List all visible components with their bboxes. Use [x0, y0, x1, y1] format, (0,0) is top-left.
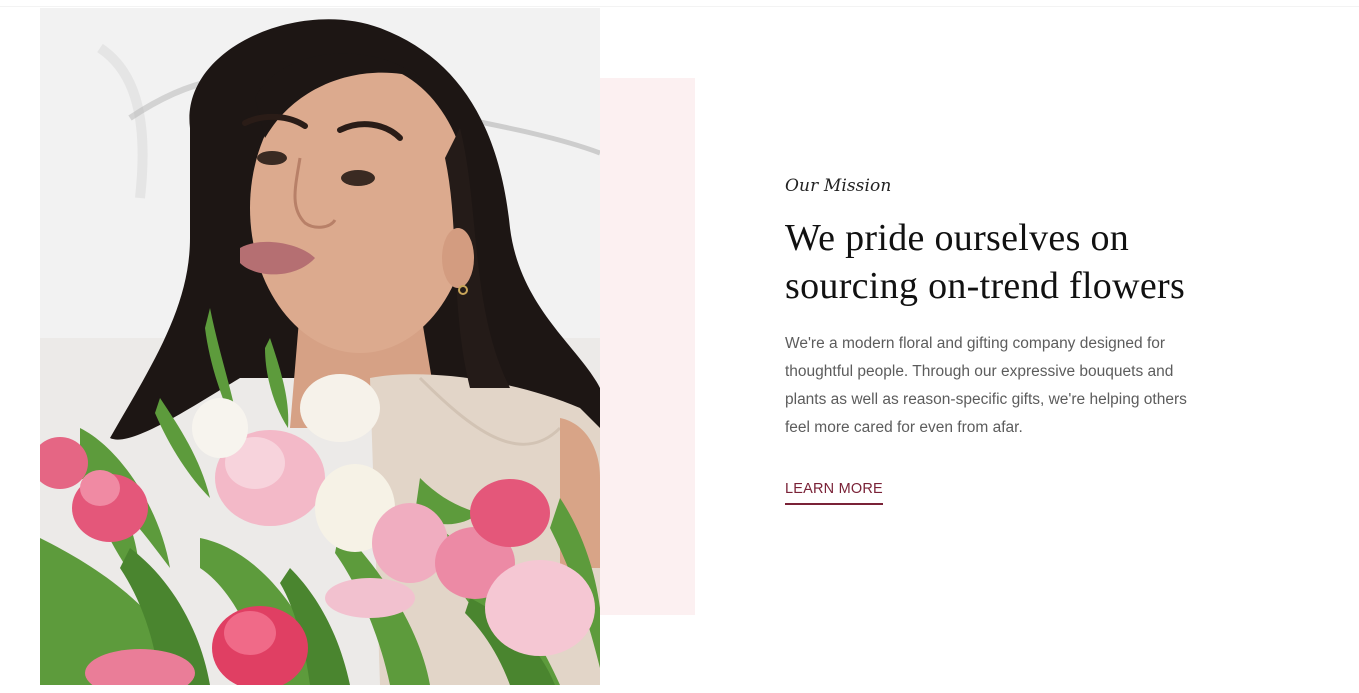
headline-line-1: We pride ourselves on — [785, 217, 1130, 259]
learn-more-link[interactable]: LEARN MORE — [785, 481, 883, 505]
section-eyebrow: Our Mission — [785, 176, 892, 196]
hero-photo-woman-with-tulips — [40, 8, 600, 685]
headline-line-2: sourcing on-trend flowers — [785, 265, 1186, 307]
decorative-pink-panel — [600, 78, 695, 615]
mission-section: Our Mission We pride ourselves on sourci… — [0, 0, 1359, 693]
mission-text-block: Our Mission We pride ourselves on sourci… — [785, 176, 1225, 505]
section-headline: We pride ourselves on sourcing on-trend … — [785, 214, 1225, 310]
top-divider — [0, 6, 1359, 7]
mission-description: We're a modern floral and gifting compan… — [785, 335, 1187, 436]
